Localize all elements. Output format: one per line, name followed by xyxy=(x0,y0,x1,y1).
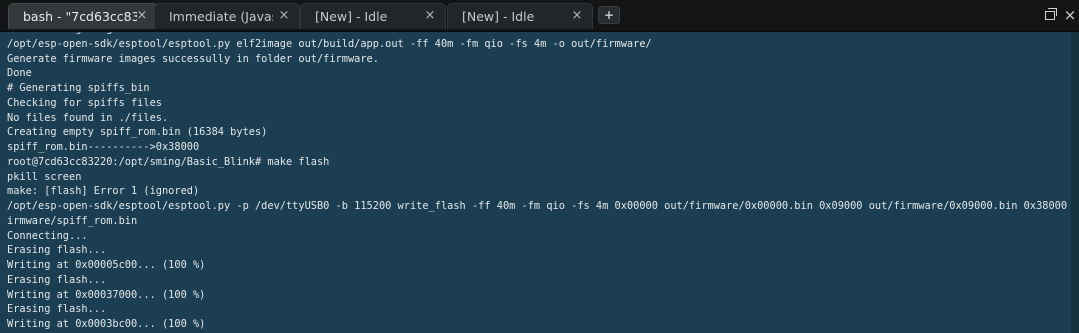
terminal-line: Creating empty spiff_rom.bin (16384 byte… xyxy=(7,126,268,139)
terminal-lines: # Generating image.../opt/esp-open-sdk/e… xyxy=(7,32,1079,332)
restore-window-icon[interactable] xyxy=(1043,7,1059,23)
tab-label: bash - "7cd63cc8322 xyxy=(23,9,137,24)
terminal-line: irmware/spiff_rom.bin xyxy=(7,214,138,227)
terminal-line: /opt/esp-open-sdk/esptool/esptool.py -p … xyxy=(7,200,1079,212)
tab-new-idle-2[interactable]: [New] - Idle × xyxy=(447,3,593,29)
terminal-line: make: [flash] Error 1 (ignored) xyxy=(7,185,200,198)
terminal-line: # Generating spiffs_bin xyxy=(7,82,150,94)
terminal-line: Writing at 0x0003bc00... (100 %) xyxy=(7,318,206,330)
terminal-line: pkill screen xyxy=(7,170,82,183)
terminal-line: Generate firmware images successully in … xyxy=(7,52,379,65)
tab-label: Immediate (Javascript xyxy=(169,9,273,24)
tab-new-idle-1[interactable]: [New] - Idle × xyxy=(300,3,446,29)
terminal-line: Erasing flash... xyxy=(7,303,107,316)
terminal-line: /opt/esp-open-sdk/esptool/esptool.py elf… xyxy=(7,37,652,50)
terminal-scrollbar[interactable] xyxy=(1071,32,1079,333)
close-icon[interactable]: × xyxy=(423,9,437,23)
tab-label: [New] - Idle xyxy=(462,9,535,24)
terminal-line: root@7cd63cc83220:/opt/sming/Basic_Blink… xyxy=(7,155,330,168)
terminal-line: No files found in ./files. xyxy=(7,111,169,124)
tab-bash[interactable]: bash - "7cd63cc8322 × xyxy=(8,3,158,29)
tab-bar: bash - "7cd63cc8322 × Immediate (Javascr… xyxy=(0,0,1079,32)
terminal-line: spiff_rom.bin---------->0x38000 xyxy=(7,141,200,153)
terminal-line: Erasing flash... xyxy=(7,244,107,257)
terminal-line: Writing at 0x00005c00... (100 %) xyxy=(7,259,206,271)
terminal-line: Erasing flash... xyxy=(7,273,107,286)
terminal-output[interactable]: # Generating image.../opt/esp-open-sdk/e… xyxy=(0,32,1079,333)
terminal-line: Done xyxy=(7,67,32,80)
terminal-line: Checking for spiffs files xyxy=(7,96,162,109)
tab-label: [New] - Idle xyxy=(315,9,388,24)
close-icon[interactable]: × xyxy=(277,9,291,23)
terminal-line: Connecting... xyxy=(7,229,88,242)
close-icon[interactable]: × xyxy=(570,9,584,23)
new-tab-button[interactable]: + xyxy=(598,6,620,24)
close-icon[interactable]: × xyxy=(135,9,149,23)
tab-immediate[interactable]: Immediate (Javascript × xyxy=(154,3,300,29)
terminal-line: Writing at 0x00037000... (100 %) xyxy=(7,288,206,301)
close-window-icon[interactable]: × xyxy=(1062,7,1078,23)
